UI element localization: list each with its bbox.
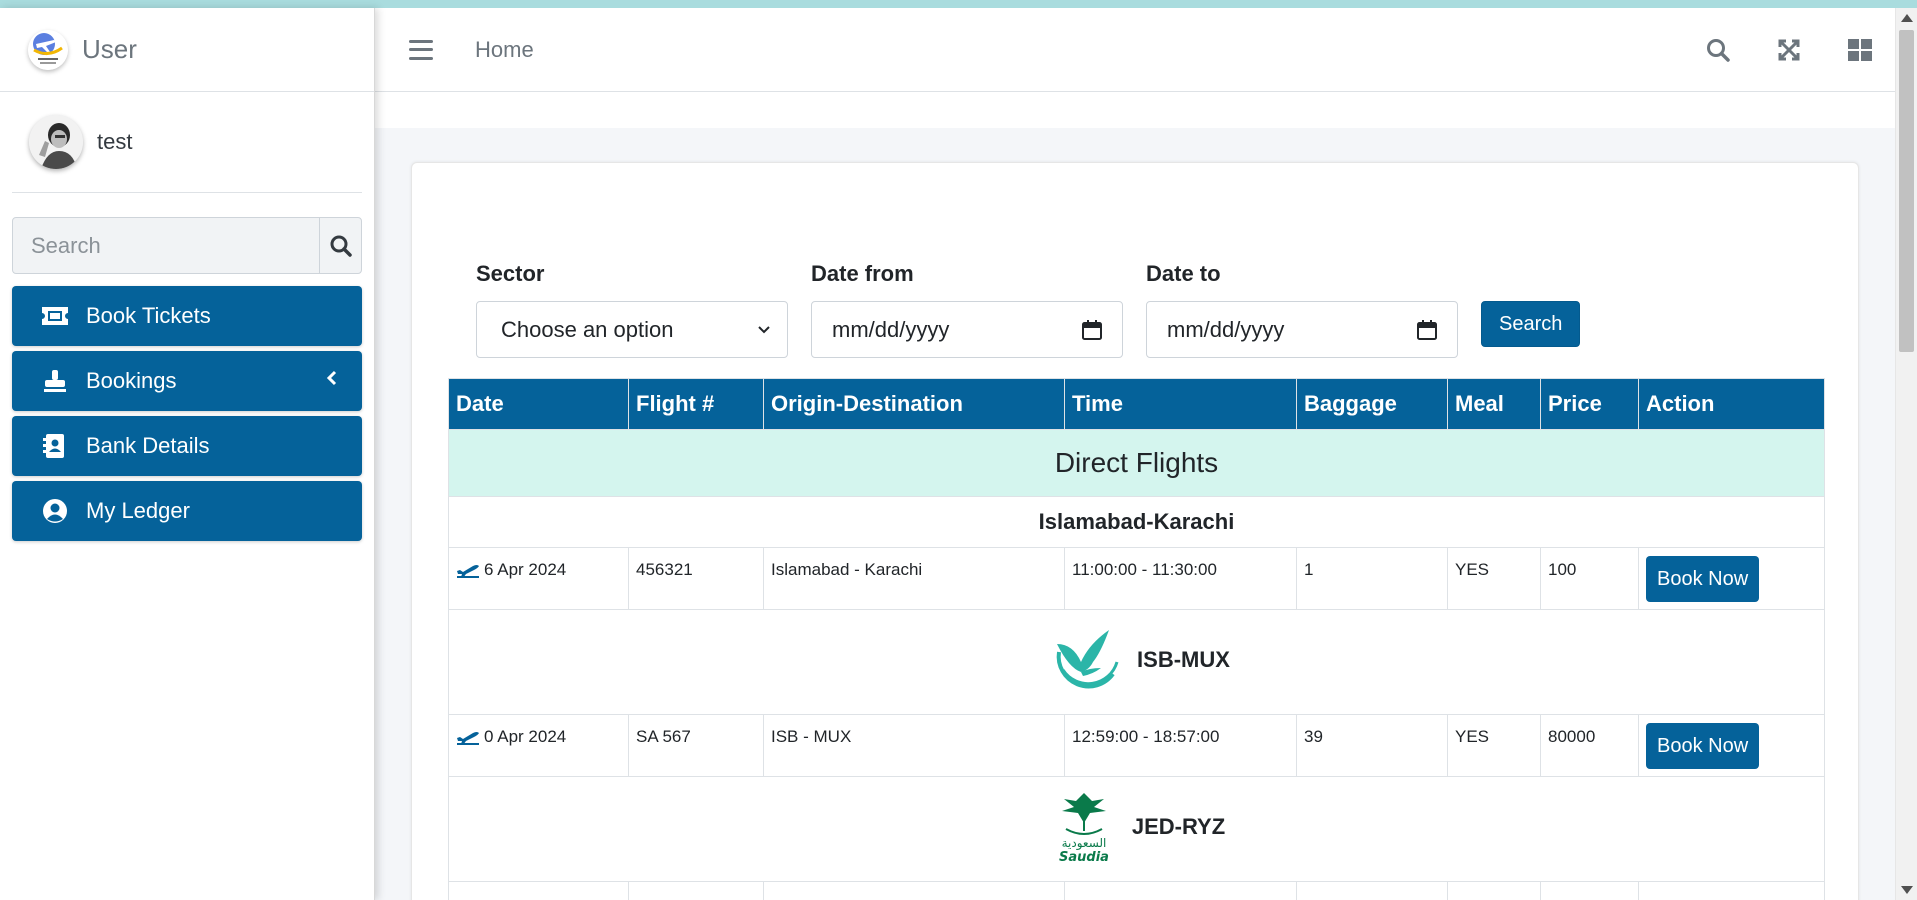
header-search-button[interactable] <box>1682 34 1753 66</box>
baggage: 39 <box>1296 714 1448 777</box>
calendar-icon[interactable] <box>1417 319 1437 340</box>
brand-logo-icon <box>28 29 68 70</box>
search-icon <box>330 235 352 257</box>
airline-bird-logo-icon <box>1056 629 1119 688</box>
user-panel[interactable]: test <box>12 92 362 193</box>
column-header[interactable]: Price <box>1540 378 1639 430</box>
book-now-button[interactable]: Book Now <box>1646 723 1760 769</box>
flights-card: Sector Choose an option Date from mm/dd/… <box>411 162 1859 900</box>
column-header[interactable]: Action <box>1638 378 1825 430</box>
price: 100 <box>1540 547 1639 610</box>
meal: YES <box>1447 547 1541 610</box>
column-header[interactable]: Date <box>448 378 629 430</box>
expand-icon <box>1778 39 1799 61</box>
sector-select-value: Choose an option <box>501 316 674 342</box>
meal: YES <box>1447 714 1541 777</box>
sidebar-item-label: Bank Details <box>86 433 210 458</box>
ticket-icon <box>40 303 70 329</box>
date-to-label: Date to <box>1146 261 1221 286</box>
flight-number: SA 567 <box>628 714 764 777</box>
avatar <box>29 115 83 169</box>
flight-date: 6 Apr 2024 <box>484 560 567 579</box>
route-group-row: Islamabad-Karachi <box>448 496 1825 548</box>
filter-form: Sector Choose an option Date from mm/dd/… <box>476 261 1581 358</box>
svg-text:السعودية: السعودية <box>1061 836 1106 851</box>
scrollbar-thumb[interactable] <box>1899 30 1914 352</box>
sidebar-search-input[interactable] <box>13 218 319 273</box>
sidebar-item-bank-details[interactable]: Bank Details <box>12 416 362 476</box>
column-header[interactable]: Baggage <box>1296 378 1448 430</box>
browser-top-stripe <box>0 0 1917 8</box>
sidebar-search <box>12 217 362 274</box>
date-from-input[interactable]: mm/dd/yyyy <box>811 301 1123 358</box>
stamp-icon <box>40 368 70 394</box>
table-row: 0 Apr 2024 SA 567 ISB - MUX 12:59:00 - 1… <box>448 714 1825 777</box>
column-header[interactable]: Meal <box>1447 378 1541 430</box>
page-scrollbar[interactable] <box>1895 8 1917 900</box>
date-from-value: mm/dd/yyyy <box>832 316 950 342</box>
table-row: 6 Apr 2024 456321 Islamabad - Karachi 11… <box>448 547 1825 610</box>
user-circle-icon <box>40 498 70 524</box>
sidebar-item-label: My Ledger <box>86 498 190 523</box>
brand-title: User <box>82 34 137 64</box>
chevron-down-icon <box>758 325 770 333</box>
flight-date: 0 Apr 2024 <box>484 727 567 746</box>
baggage: 1 <box>1296 547 1448 610</box>
plane-departure-icon <box>457 732 479 745</box>
sidebar: User test Search Book Tickets Bookings B… <box>0 8 375 900</box>
book-now-button[interactable]: Book Now <box>1646 556 1760 602</box>
plane-departure-icon <box>457 565 479 578</box>
route-title: Islamabad-Karachi <box>448 496 1825 548</box>
section-title: Direct Flights <box>448 429 1825 497</box>
column-header[interactable]: Flight # <box>628 378 764 430</box>
search-icon <box>1706 39 1730 62</box>
svg-text:Saudia: Saudia <box>1059 850 1109 865</box>
flight-time: 12:59:00 - 18:57:00 <box>1064 714 1297 777</box>
price: 80000 <box>1540 714 1639 777</box>
saudia-logo-icon: السعودية Saudia <box>1059 792 1109 865</box>
address-book-icon <box>40 433 70 459</box>
chevron-left-icon <box>326 369 338 392</box>
sidebar-item-bookings[interactable]: Bookings <box>12 351 362 411</box>
date-from-label: Date from <box>811 261 914 286</box>
column-header[interactable]: Time <box>1064 378 1297 430</box>
sidebar-item-book-tickets[interactable]: Book Tickets <box>12 286 362 346</box>
origin-destination: ISB - MUX <box>763 714 1065 777</box>
flight-time: 11:00:00 - 11:30:00 <box>1064 547 1297 610</box>
table-row <box>448 881 1825 900</box>
control-sidebar-button[interactable] <box>1824 34 1895 66</box>
flight-number: 456321 <box>628 547 764 610</box>
hamburger-menu-icon[interactable] <box>409 39 433 60</box>
route-title: JED-RYZ <box>1131 813 1226 839</box>
content-wrapper: Sector Choose an option Date from mm/dd/… <box>375 128 1895 900</box>
search-button[interactable]: Search <box>1481 301 1581 347</box>
fullscreen-button[interactable] <box>1753 34 1824 66</box>
scroll-down-arrow-icon[interactable] <box>1901 886 1913 894</box>
home-link[interactable]: Home <box>475 37 534 63</box>
route-group-row: ISB-MUX <box>448 609 1825 715</box>
sector-label: Sector <box>476 261 545 286</box>
table-header-row: Date Flight # Origin-Destination Time Ba… <box>448 378 1825 430</box>
date-to-input[interactable]: mm/dd/yyyy <box>1146 301 1458 358</box>
origin-destination: Islamabad - Karachi <box>763 547 1065 610</box>
brand[interactable]: User <box>0 8 374 92</box>
date-to-value: mm/dd/yyyy <box>1167 316 1285 342</box>
route-title: ISB-MUX <box>1137 646 1230 672</box>
sector-select[interactable]: Choose an option <box>476 301 788 358</box>
section-row: Direct Flights <box>448 429 1825 497</box>
calendar-icon[interactable] <box>1082 319 1102 340</box>
sidebar-item-label: Bookings <box>86 368 177 393</box>
column-header[interactable]: Origin-Destination <box>763 378 1065 430</box>
sidebar-item-my-ledger[interactable]: My Ledger <box>12 481 362 541</box>
route-group-row: السعودية Saudia JED-RYZ <box>448 776 1825 882</box>
user-name: test <box>97 129 133 154</box>
top-header: Home <box>375 8 1895 92</box>
grid-icon <box>1847 39 1872 61</box>
sidebar-search-button[interactable] <box>319 218 361 273</box>
scroll-up-arrow-icon[interactable] <box>1901 14 1913 22</box>
flights-table: Date Flight # Origin-Destination Time Ba… <box>448 378 1825 900</box>
sidebar-item-label: Book Tickets <box>86 303 211 328</box>
main-content: Sector Choose an option Date from mm/dd/… <box>375 92 1895 900</box>
